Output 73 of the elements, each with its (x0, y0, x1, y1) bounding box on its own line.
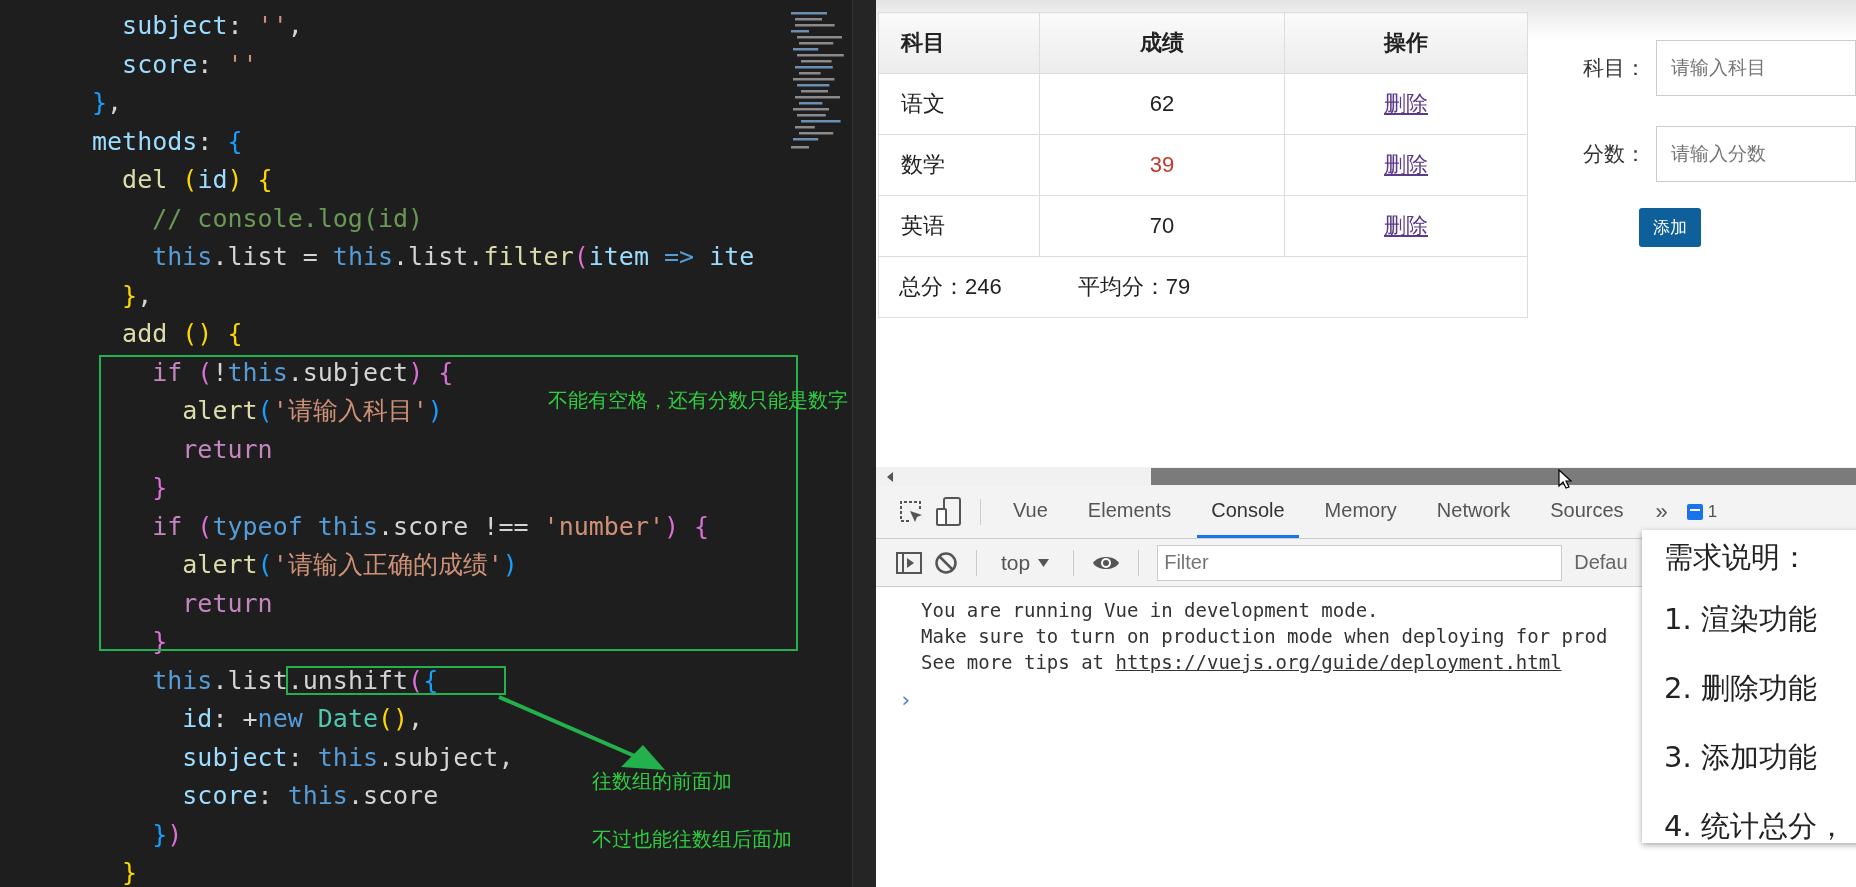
average-score: 平均分：79 (1077, 274, 1191, 299)
sidebar-icon[interactable] (896, 551, 922, 574)
add-button[interactable]: 添加 (1639, 208, 1701, 247)
code-line: methods: { (92, 125, 243, 158)
requirement-item: 3. 添加功能 (1664, 739, 1817, 776)
code-line: alert('请输入科目') (181, 395, 443, 427)
code-line: score: this.score (181, 780, 439, 812)
input-field[interactable]: 请输入分数 (1656, 126, 1856, 182)
column-header: 操作 (1284, 12, 1528, 74)
filter-field[interactable]: Filter (1157, 544, 1563, 581)
annotation-note: 往数组的前面加 (592, 768, 732, 795)
scrollbar-thumb[interactable] (1151, 468, 1856, 485)
devtools-tab[interactable]: Memory (1310, 486, 1411, 538)
code-line: } (151, 472, 168, 504)
code-line: id: +new Date(), (181, 703, 424, 735)
requirement-item: 2. 删除功能 (1664, 670, 1817, 707)
devtools-tab[interactable]: Vue (999, 486, 1062, 538)
code-line: } (121, 857, 138, 887)
inspect-icon[interactable] (898, 499, 924, 525)
message-icon[interactable] (1685, 503, 1704, 521)
message-count: 1 (1707, 502, 1718, 522)
field-label: 分数： (1583, 141, 1646, 167)
highlighted-code: .unshift({ (285, 666, 507, 696)
code-line: this.list = this.list.filter(item => ite (151, 241, 755, 273)
console-message: See more tips at https://vuejs.org/guide/deployment.html (921, 650, 1562, 675)
editor-scrollbar[interactable] (852, 0, 876, 887)
code-line: add () { (121, 318, 243, 350)
code-line: alert('请输入正确的成绩') (181, 549, 518, 581)
code-line: subject: '', (121, 10, 303, 42)
requirement-item: 1. 渲染功能 (1664, 601, 1817, 638)
code-line: subject: this.subject, (181, 741, 514, 774)
code-line: if (!this.subject) { (151, 356, 454, 389)
code-line: del (id) { (121, 164, 273, 196)
devtools-tab[interactable]: Elements (1073, 486, 1186, 538)
levels-dropdown[interactable]: Defau (1574, 551, 1628, 574)
clear-icon[interactable] (934, 550, 958, 575)
table-cell: 英语 (878, 195, 1040, 257)
column-header: 科目 (878, 12, 1040, 74)
code-line: return (181, 587, 273, 620)
table-cell: 语文 (878, 73, 1040, 135)
device-icon[interactable] (936, 497, 962, 527)
devtools-tab[interactable]: Sources (1536, 486, 1638, 538)
delete-link[interactable]: 删除 (1384, 152, 1428, 177)
input-field[interactable]: 请输入科目 (1656, 40, 1856, 96)
scroll-left-icon[interactable] (886, 471, 894, 482)
console-message: Make sure to turn on production mode when deploying for prod (921, 624, 1608, 649)
table-cell: 39 (1039, 134, 1285, 196)
total-score: 总分：246 (899, 274, 1002, 299)
code-line: return (181, 433, 273, 466)
field-label: 科目： (1583, 55, 1646, 81)
table-cell: 数学 (878, 134, 1040, 196)
annotation-note: 不过也能往数组后面加 (592, 826, 792, 853)
context-selector[interactable]: top (995, 549, 1056, 576)
table-cell: 62 (1039, 73, 1285, 135)
console-prompt[interactable]: › (899, 687, 913, 713)
code-line: score: '' (121, 48, 258, 81)
code-line: }, (121, 279, 153, 312)
code-line: // console.log(id) (151, 202, 424, 235)
requirement-item: 4. 统计总分， (1664, 808, 1846, 845)
devtools-tab[interactable]: Network (1422, 486, 1525, 538)
requirements-title: 需求说明： (1664, 539, 1809, 576)
more-tabs-button[interactable]: » (1649, 498, 1674, 526)
code-line: }, (92, 87, 123, 119)
docs-link[interactable]: https://vuejs.org/guide/deployment.html (1115, 651, 1562, 673)
code-line: this.list (151, 664, 288, 697)
console-message: You are running Vue in development mode. (921, 598, 1379, 623)
delete-link[interactable]: 删除 (1384, 213, 1428, 238)
table-cell: 70 (1039, 195, 1285, 257)
code-line: if (typeof this.score !== 'number') { (151, 510, 710, 543)
delete-link[interactable]: 删除 (1384, 91, 1428, 116)
column-header: 成绩 (1039, 12, 1285, 74)
caret-icon (1038, 558, 1050, 567)
code-line: }) (151, 818, 183, 851)
